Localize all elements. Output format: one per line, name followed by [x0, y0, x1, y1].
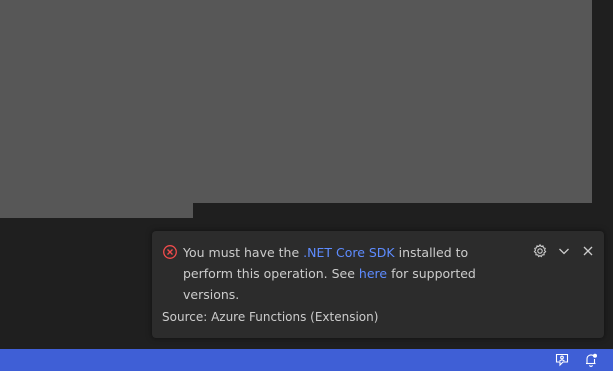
workbench: You must have the .NET Core SDK installe…: [0, 0, 613, 371]
here-link[interactable]: here: [359, 266, 387, 281]
gear-icon[interactable]: [532, 243, 548, 259]
notification-toast: You must have the .NET Core SDK installe…: [152, 231, 604, 338]
message-text-start: You must have the: [183, 245, 304, 260]
notification-message: You must have the .NET Core SDK installe…: [183, 242, 518, 305]
notifications-bell-icon[interactable]: [583, 352, 599, 368]
notification-source: Source: Azure Functions (Extension): [162, 310, 379, 324]
notification-actions: [524, 243, 596, 259]
error-icon: [162, 244, 178, 260]
status-bar: [0, 349, 613, 371]
close-icon[interactable]: [580, 243, 596, 259]
editor-area-left: [0, 0, 193, 218]
feedback-icon[interactable]: [554, 352, 570, 368]
chevron-down-icon[interactable]: [556, 243, 572, 259]
dotnet-sdk-link[interactable]: .NET Core SDK: [303, 245, 395, 260]
editor-area-right: [193, 0, 592, 203]
